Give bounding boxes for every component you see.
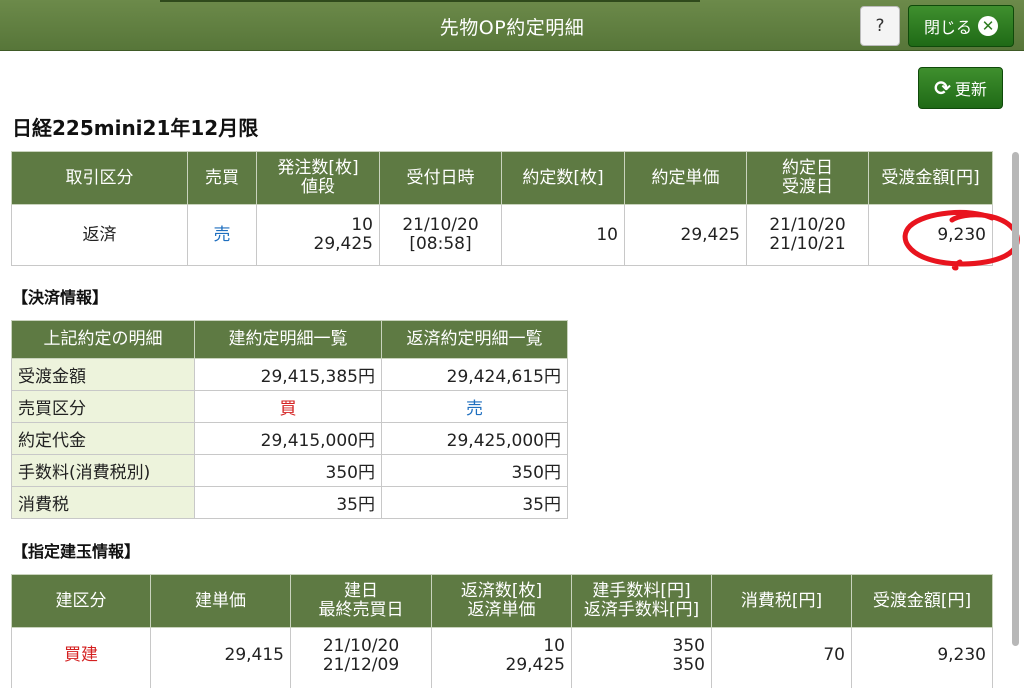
row-label: 約定代金: [11, 422, 195, 455]
header-position-type: 建区分: [11, 574, 151, 628]
close-value: 350円: [381, 454, 568, 487]
refresh-icon: ⟳: [934, 76, 951, 100]
exec-price-cell: 29,425: [624, 204, 747, 266]
last-trade-date: 21/12/09: [322, 655, 400, 675]
row-label: 受渡金額: [11, 358, 195, 391]
header-detail: 上記約定の明細: [11, 320, 195, 359]
position-price-cell: 29,415: [150, 627, 291, 688]
close-value: 29,424,615円: [381, 358, 568, 391]
open-value: 買: [194, 390, 382, 423]
settle-amount-cell: 9,230: [868, 204, 993, 266]
fees-cell: 350 350: [571, 627, 712, 688]
header-exec-date: 約定日: [782, 158, 833, 178]
header-last-trade-date: 最終売買日: [318, 600, 404, 620]
tax-cell: 70: [711, 627, 852, 688]
settlement-info-table: 上記約定の明細 建約定明細一覧 返済約定明細一覧 受渡金額 29,415,385…: [11, 320, 568, 519]
close-qty: 10: [543, 636, 565, 656]
product-title: 日経225mini21年12月限: [12, 116, 259, 140]
close-fee: 350: [672, 655, 705, 675]
header-close-detail-list[interactable]: 返済約定明細一覧: [381, 320, 568, 359]
help-button[interactable]: ?: [860, 6, 900, 46]
header-side: 売買: [187, 151, 257, 205]
execution-detail-table: 取引区分 売買 発注数[枚] 値段 受付日時 約定数[枚] 約定単価 約定日 受…: [11, 151, 993, 266]
table-row: 約定代金 29,415,000円 29,425,000円: [11, 422, 568, 455]
table-row: 買建 29,415 21/10/20 21/12/09 10 29,425 35…: [11, 627, 993, 688]
position-info-table: 建区分 建単価 建日 最終売買日 返済数[枚] 返済単価 建手数料[円] 返済手…: [11, 574, 993, 688]
title-bar: 先物OP約定明細 ? 閉じる ✕: [0, 0, 1024, 51]
header-settle-amount: 受渡金額[円]: [868, 151, 993, 205]
header-fees: 建手数料[円] 返済手数料[円]: [571, 574, 712, 628]
header-order-price: 値段: [301, 177, 335, 197]
order-price: 29,425: [313, 234, 373, 254]
table-row: 手数料(消費税別) 350円 350円: [11, 454, 568, 487]
header-open-date: 建日: [344, 581, 378, 601]
scrollbar-thumb[interactable]: [1012, 152, 1019, 646]
table-row: 返済 売 10 29,425 21/10/20 [08:58] 10 29,42…: [11, 204, 993, 266]
close-value: 売: [381, 390, 568, 423]
position-type-cell: 買建: [11, 627, 151, 688]
exec-qty-cell: 10: [501, 204, 625, 266]
header-close-qty: 返済数[枚]: [460, 581, 543, 601]
close-button[interactable]: 閉じる ✕: [908, 5, 1014, 47]
header-position-price: 建単価: [150, 574, 291, 628]
exec-date: 21/10/20: [769, 215, 846, 235]
close-price: 29,425: [505, 655, 565, 675]
header-open-fee: 建手数料[円]: [592, 581, 691, 601]
table-row: 売買区分 買 売: [11, 390, 568, 423]
exec-settle-date-cell: 21/10/20 21/10/21: [746, 204, 869, 266]
order-qty: 10: [351, 215, 373, 235]
table-row: 受渡金額 29,415,385円 29,424,615円: [11, 358, 568, 391]
open-fee: 350: [672, 636, 705, 656]
order-qty-price-cell: 10 29,425: [256, 204, 380, 266]
header-trade-type: 取引区分: [11, 151, 188, 205]
open-value: 35円: [194, 486, 382, 519]
title-bar-accent: [160, 0, 700, 2]
refresh-button[interactable]: ⟳ 更新: [918, 67, 1003, 109]
dates-cell: 21/10/20 21/12/09: [290, 627, 432, 688]
header-exec-price: 約定単価: [624, 151, 747, 205]
positions-section-title: 【指定建玉情報】: [12, 542, 141, 561]
open-value: 350円: [194, 454, 382, 487]
row-label: 消費税: [11, 486, 195, 519]
row-label: 手数料(消費税別): [11, 454, 195, 487]
accept-time: [08:58]: [409, 234, 472, 254]
header-dates: 建日 最終売買日: [290, 574, 432, 628]
header-open-detail-list[interactable]: 建約定明細一覧: [194, 320, 382, 359]
header-position-settle-amount: 受渡金額[円]: [851, 574, 993, 628]
header-order-qty: 発注数[枚]: [277, 158, 359, 178]
close-button-label: 閉じる: [923, 18, 972, 37]
header-settle-date: 受渡日: [782, 177, 833, 197]
accept-datetime-cell: 21/10/20 [08:58]: [379, 204, 502, 266]
open-date: 21/10/20: [322, 636, 400, 656]
close-value: 35円: [381, 486, 568, 519]
open-value: 29,415,000円: [194, 422, 382, 455]
refresh-button-label: 更新: [954, 80, 987, 99]
header-close-price: 返済単価: [467, 600, 536, 620]
header-accept-datetime: 受付日時: [379, 151, 502, 205]
position-settle-amount-cell: 9,230: [851, 627, 993, 688]
row-label: 売買区分: [11, 390, 195, 423]
header-close-qty-price: 返済数[枚] 返済単価: [431, 574, 572, 628]
open-value: 29,415,385円: [194, 358, 382, 391]
header-exec-settle-date: 約定日 受渡日: [746, 151, 869, 205]
header-tax: 消費税[円]: [711, 574, 852, 628]
header-close-fee: 返済手数料[円]: [583, 600, 700, 620]
settle-date: 21/10/21: [769, 234, 846, 254]
close-qty-price-cell: 10 29,425: [431, 627, 572, 688]
close-icon: ✕: [978, 16, 998, 36]
side-cell: 売: [187, 204, 257, 266]
header-exec-qty: 約定数[枚]: [501, 151, 625, 205]
header-order-qty-price: 発注数[枚] 値段: [256, 151, 380, 205]
trade-type-cell: 返済: [11, 204, 188, 266]
table-row: 消費税 35円 35円: [11, 486, 568, 519]
close-value: 29,425,000円: [381, 422, 568, 455]
settlement-section-title: 【決済情報】: [12, 288, 109, 307]
accept-date: 21/10/20: [402, 215, 479, 235]
